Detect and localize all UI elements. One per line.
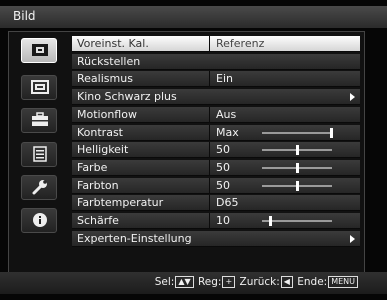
picture-icon: [32, 44, 48, 56]
menu-row-value: 10: [216, 214, 230, 227]
menu-row[interactable]: Voreinst. Kal. Referenz: [72, 36, 360, 52]
menu-row-label: Kino Schwarz plus: [77, 90, 177, 104]
sidebar-item-picture[interactable]: [21, 38, 57, 63]
value-slider[interactable]: [262, 180, 332, 191]
menu-key-icon: MENU: [328, 276, 358, 288]
menu-row-label: Realismus: [77, 72, 133, 86]
up-down-key-icon: ▲▼: [175, 276, 194, 288]
menu-row[interactable]: Rückstellen: [72, 53, 360, 70]
row-divider: [209, 36, 210, 52]
toolbox-icon: [32, 112, 48, 126]
register-hint-label: Reg:: [197, 276, 222, 288]
chevron-right-icon: [350, 234, 355, 243]
screen-icon: [31, 80, 49, 94]
menu-row[interactable]: Kino Schwarz plus: [72, 89, 360, 106]
menu-row-value: Referenz: [216, 37, 265, 50]
value-slider[interactable]: [262, 127, 333, 138]
footer-hint-text: Sel: ▲▼ Reg: + Zurück: ◀ Ende: MENU: [155, 276, 359, 288]
back-key-icon: ◀: [280, 276, 293, 288]
row-divider: [209, 142, 210, 159]
row-divider: [209, 71, 210, 88]
menu-row-label: Helligkeit: [77, 143, 129, 157]
select-hint-label: Sel:: [154, 276, 175, 288]
chevron-right-icon: [350, 93, 355, 102]
sidebar-item-screen[interactable]: [21, 75, 57, 100]
menu-title: Bild: [13, 9, 36, 23]
menu-row[interactable]: Farbtemperatur D65: [72, 195, 360, 212]
row-divider: [209, 177, 210, 194]
row-divider: [209, 213, 210, 229]
menu-row-label: Experten-Einstellung: [77, 231, 192, 245]
menu-row[interactable]: Kontrast Max: [72, 124, 360, 141]
row-divider: [209, 124, 210, 141]
slider-knob[interactable]: [296, 145, 299, 156]
menu-row[interactable]: Motionflow Aus: [72, 106, 360, 123]
slider-knob[interactable]: [296, 162, 299, 173]
title-bar: Bild: [0, 6, 387, 28]
menu-row-value: Aus: [216, 107, 237, 121]
value-slider[interactable]: [262, 216, 332, 226]
end-hint-label: Ende:: [297, 276, 328, 288]
sidebar-item-info[interactable]: [21, 208, 57, 233]
category-sidebar: [14, 34, 64, 268]
menu-row-value: Ein: [216, 72, 233, 86]
row-divider: [209, 159, 210, 176]
menu-row[interactable]: Helligkeit 50: [72, 142, 360, 159]
menu-row-value: 50: [216, 160, 230, 174]
value-slider[interactable]: [262, 145, 332, 156]
menu-row-value: 50: [216, 178, 230, 192]
row-divider: [209, 106, 210, 123]
sidebar-item-list[interactable]: [21, 142, 57, 167]
tv-menu-screen: Bild Voreinst. Kal. Referenz Rückstellen…: [0, 0, 387, 300]
menu-row-label: Motionflow: [77, 107, 137, 121]
slider-knob[interactable]: [268, 216, 272, 226]
menu-row-label: Farbtemperatur: [77, 196, 164, 210]
footer-hints: Sel: ▲▼ Reg: + Zurück: ◀ Ende: MENU: [0, 272, 387, 294]
info-icon: [33, 213, 47, 227]
row-divider: [209, 195, 210, 212]
menu-row[interactable]: Realismus Ein: [72, 71, 360, 88]
back-hint-label: Zurück:: [239, 276, 280, 288]
menu-row-value: 50: [216, 143, 230, 157]
menu-row-label: Schärfe: [77, 214, 119, 227]
menu-row-label: Voreinst. Kal.: [77, 37, 149, 50]
menu-row-value: Max: [216, 125, 239, 139]
menu-row-label: Rückstellen: [77, 54, 141, 68]
menu-row-label: Farbton: [77, 178, 119, 192]
slider-knob[interactable]: [330, 127, 333, 138]
value-slider[interactable]: [262, 162, 332, 173]
list-icon: [33, 146, 47, 162]
menu-row[interactable]: Farbe 50: [72, 159, 360, 176]
settings-menu: Voreinst. Kal. Referenz Rückstellen Realism…: [72, 36, 360, 247]
slider-knob[interactable]: [296, 180, 299, 191]
menu-row[interactable]: Schärfe 10: [72, 213, 360, 229]
menu-row-value: D65: [216, 196, 239, 210]
menu-row-label: Kontrast: [77, 125, 123, 139]
menu-row-label: Farbe: [77, 160, 108, 174]
menu-row[interactable]: Farbton 50: [72, 177, 360, 194]
plus-key-icon: +: [222, 276, 236, 288]
sidebar-item-settings[interactable]: [21, 175, 57, 200]
menu-row[interactable]: Experten-Einstellung: [72, 230, 360, 247]
sidebar-item-toolbox[interactable]: [21, 108, 57, 133]
wrench-icon: [32, 180, 47, 195]
